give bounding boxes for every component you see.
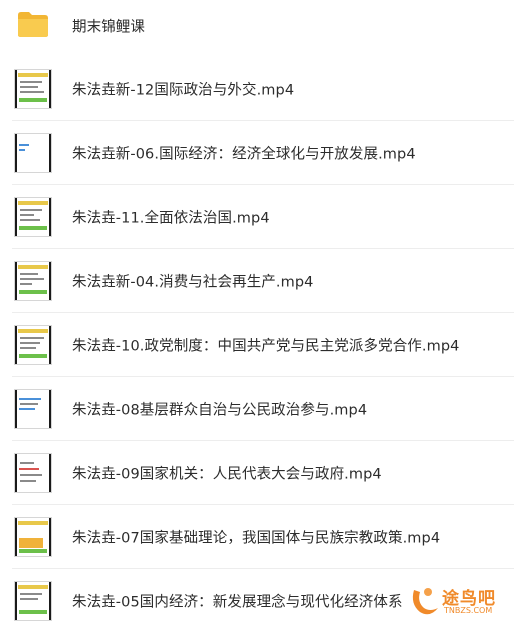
list-item-video[interactable]: 朱法垚新-06.国际经济：经济全球化与开放发展.mp4 bbox=[0, 121, 514, 185]
list-item-video[interactable]: 朱法垚-09国家机关：人民代表大会与政府.mp4 bbox=[0, 441, 514, 505]
video-thumbnail-icon bbox=[14, 453, 52, 493]
list-item-video[interactable]: 朱法垚新-12国际政治与外交.mp4 bbox=[0, 57, 514, 121]
list-item-folder[interactable]: 期末锦鲤课 bbox=[0, 0, 514, 52]
folder-icon bbox=[18, 12, 48, 37]
list-item-video[interactable]: 朱法垚-10.政党制度：中国共产党与民主党派多党合作.mp4 bbox=[0, 313, 514, 377]
video-thumbnail-icon bbox=[14, 197, 52, 237]
bird-logo-icon bbox=[412, 588, 438, 615]
list-item-video[interactable]: 朱法垚-11.全面依法治国.mp4 bbox=[0, 185, 514, 249]
watermark-subtext: TNBZS.COM bbox=[444, 606, 493, 615]
video-thumbnail-icon bbox=[14, 133, 52, 173]
list-item-video[interactable]: 朱法垚-08基层群众自治与公民政治参与.mp4 bbox=[0, 377, 514, 441]
video-thumbnail-icon bbox=[14, 69, 52, 109]
file-name: 朱法垚-11.全面依法治国.mp4 bbox=[72, 210, 270, 227]
file-name: 朱法垚新-12国际政治与外交.mp4 bbox=[72, 82, 295, 99]
file-name: 期末锦鲤课 bbox=[72, 19, 145, 36]
file-name: 朱法垚-07国家基础理论，我国国体与民族宗教政策.mp4 bbox=[72, 530, 441, 547]
list-item-video[interactable]: 朱法垚-07国家基础理论，我国国体与民族宗教政策.mp4 bbox=[0, 505, 514, 569]
file-name: 朱法垚新-04.消费与社会再生产.mp4 bbox=[72, 274, 314, 291]
watermark-logo: 途鸟吧 TNBZS.COM bbox=[408, 582, 512, 622]
file-list: 期末锦鲤课 朱法垚新-12国际政治与外交.mp4 朱法垚新-06.国际经济：经济… bbox=[0, 0, 514, 624]
list-item-video[interactable]: 朱法垚新-04.消费与社会再生产.mp4 bbox=[0, 249, 514, 313]
video-thumbnail-icon bbox=[14, 517, 52, 557]
file-name: 朱法垚-08基层群众自治与公民政治参与.mp4 bbox=[72, 402, 368, 419]
video-thumbnail-icon bbox=[14, 389, 52, 429]
file-name: 朱法垚-10.政党制度：中国共产党与民主党派多党合作.mp4 bbox=[72, 338, 460, 355]
video-thumbnail-icon bbox=[14, 325, 52, 365]
video-thumbnail-icon bbox=[14, 581, 52, 621]
file-name: 朱法垚-09国家机关：人民代表大会与政府.mp4 bbox=[72, 466, 382, 483]
file-name: 朱法垚新-06.国际经济：经济全球化与开放发展.mp4 bbox=[72, 146, 416, 163]
video-thumbnail-icon bbox=[14, 261, 52, 301]
file-name: 朱法垚-05国内经济：新发展理念与现代化经济体系 bbox=[72, 594, 403, 611]
